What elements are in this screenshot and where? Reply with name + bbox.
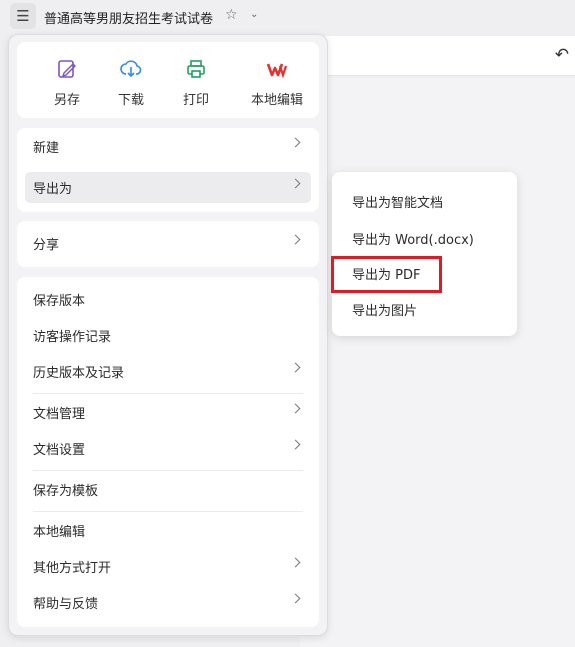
menu-item-export-label: 导出为	[33, 182, 73, 197]
download-button[interactable]: 下载	[99, 42, 163, 118]
menu-item-doc-settings-label: 文档设置	[33, 443, 86, 458]
menu-item-share-label: 分享	[33, 238, 60, 253]
menu-group-manage: 保存版本 访客操作记录 历史版本及记录 文档管理 文档设置 保存为模板 本地编辑…	[17, 277, 319, 627]
undo-icon[interactable]: ↶	[555, 45, 569, 65]
chevron-right-icon	[290, 362, 301, 373]
menu-item-history-label: 历史版本及记录	[33, 366, 125, 381]
save-as-icon	[58, 60, 76, 78]
document-canvas	[300, 78, 575, 647]
menu-item-doc-manage[interactable]: 文档管理	[25, 397, 311, 428]
export-image[interactable]: 导出为图片	[352, 300, 417, 319]
menu-item-open-other[interactable]: 其他方式打开	[25, 551, 311, 582]
export-submenu: 导出为智能文档 导出为 Word(.docx) 导出为 PDF 导出为图片	[332, 172, 517, 336]
menu-item-export[interactable]: 导出为	[25, 172, 311, 203]
menu-item-save-version[interactable]: 保存版本	[25, 284, 311, 315]
chevron-right-icon	[290, 403, 301, 414]
local-edit-button[interactable]: 本地编辑	[242, 42, 312, 118]
hamburger-icon[interactable]: ☰	[10, 3, 36, 29]
menu-item-new[interactable]: 新建	[25, 131, 311, 162]
menu-item-open-other-label: 其他方式打开	[33, 561, 112, 576]
menu-item-help-label: 帮助与反馈	[33, 597, 99, 612]
star-icon[interactable]: ☆	[225, 7, 238, 23]
download-cloud-icon	[120, 60, 142, 78]
export-smart-doc[interactable]: 导出为智能文档	[352, 192, 443, 211]
document-title[interactable]: 普通高等男朋友招生考试试卷	[44, 8, 213, 27]
menu-item-save-template-label: 保存为模板	[33, 484, 99, 499]
quick-actions: 另存 下载 打印 本地编辑	[17, 42, 319, 118]
download-label: 下载	[117, 93, 144, 108]
chevron-down-icon[interactable]: ⌄	[250, 9, 258, 20]
menu-item-local-edit[interactable]: 本地编辑	[25, 515, 311, 546]
menu-item-help[interactable]: 帮助与反馈	[25, 587, 311, 618]
save-as-button[interactable]: 另存	[35, 42, 99, 118]
divider	[33, 511, 303, 512]
top-bar: ☰ 普通高等男朋友招生考试试卷 ☆ ⌄	[0, 0, 575, 34]
menu-item-local-edit-label: 本地编辑	[33, 525, 86, 540]
chevron-right-icon	[290, 178, 301, 189]
chevron-right-icon	[290, 234, 301, 245]
print-label: 打印	[182, 93, 209, 108]
menu-group-create: 新建 导出为	[17, 128, 319, 212]
print-button[interactable]: 打印	[164, 42, 228, 118]
menu-group-share: 分享	[17, 221, 319, 267]
menu-item-doc-manage-label: 文档管理	[33, 407, 86, 422]
save-as-label: 另存	[53, 93, 80, 108]
local-edit-label: 本地编辑	[250, 93, 303, 108]
menu-item-save-version-label: 保存版本	[33, 294, 86, 309]
export-word[interactable]: 导出为 Word(.docx)	[352, 229, 474, 248]
menu-item-visitor-log[interactable]: 访客操作记录	[25, 320, 311, 351]
divider	[33, 393, 303, 394]
printer-icon	[187, 60, 205, 78]
menu-item-history[interactable]: 历史版本及记录	[25, 356, 311, 387]
menu-item-share[interactable]: 分享	[25, 228, 311, 259]
highlight-box	[331, 256, 442, 293]
chevron-right-icon	[290, 557, 301, 568]
menu-item-doc-settings[interactable]: 文档设置	[25, 433, 311, 464]
chevron-right-icon	[290, 137, 301, 148]
menu-item-new-label: 新建	[33, 141, 60, 156]
chevron-right-icon	[290, 439, 301, 450]
menu-item-visitor-log-label: 访客操作记录	[33, 330, 112, 345]
divider	[33, 470, 303, 471]
menu-item-save-template[interactable]: 保存为模板	[25, 474, 311, 505]
wps-icon	[266, 63, 288, 79]
file-menu: 另存 下载 打印 本地编辑 新建 导出为 分享 保存版本 访客操作记录 历史版本…	[8, 34, 328, 636]
editor-toolbar: ↶	[300, 36, 575, 76]
chevron-right-icon	[290, 593, 301, 604]
